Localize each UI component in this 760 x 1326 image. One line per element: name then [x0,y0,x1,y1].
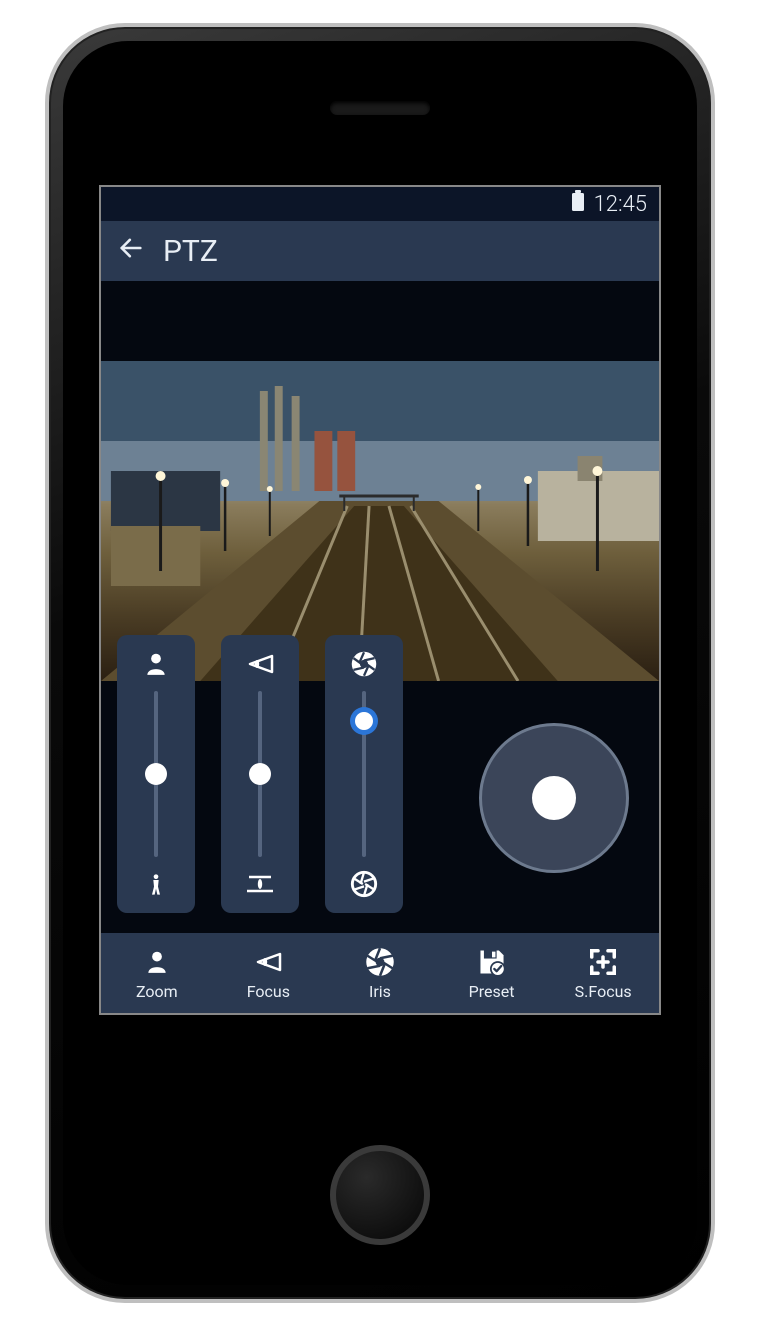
zoom-out-icon [148,869,164,899]
tab-zoom[interactable]: Zoom [101,933,213,1013]
zoom-thumb[interactable] [145,763,167,785]
video-area [101,281,659,933]
aperture-icon [365,946,395,978]
autofocus-target-icon [588,946,618,978]
focus-track[interactable] [258,691,262,857]
tab-zoom-label: Zoom [136,982,178,1001]
tab-sfocus[interactable]: S.Focus [547,933,659,1013]
tab-iris[interactable]: Iris [324,933,436,1013]
iris-closed-icon [350,869,378,899]
status-time: 12:45 [594,192,647,217]
iris-slider[interactable] [325,635,403,913]
save-check-icon [477,946,507,978]
tab-preset-label: Preset [469,982,515,1001]
ptz-joystick[interactable] [479,723,629,873]
joystick-knob[interactable] [532,776,576,820]
iris-track[interactable] [362,691,366,857]
zoom-slider[interactable] [117,635,195,913]
phone-home-button[interactable] [330,1145,430,1245]
iris-thumb[interactable] [355,712,373,730]
battery-icon [570,190,586,218]
focus-thumb[interactable] [249,763,271,785]
app-bar: PTZ [101,221,659,281]
zoom-track[interactable] [154,691,158,857]
zoom-in-icon [143,649,169,679]
back-button[interactable] [117,234,145,269]
focus-icon [252,946,284,978]
tab-focus[interactable]: Focus [213,933,325,1013]
bottom-tab-bar: Zoom Focus Iris [101,933,659,1013]
slider-panel [117,635,403,913]
tab-preset[interactable]: Preset [436,933,548,1013]
phone-speaker [330,101,430,115]
tab-sfocus-label: S.Focus [575,982,632,1001]
tab-iris-label: Iris [369,982,391,1001]
camera-live-feed[interactable] [101,361,659,681]
status-bar: 12:45 [101,187,659,221]
phone-device-frame: 12:45 PTZ [45,23,715,1303]
page-title: PTZ [163,234,218,269]
tab-focus-label: Focus [247,982,290,1001]
focus-near-icon [245,869,275,899]
phone-inner: 12:45 PTZ [63,41,697,1285]
focus-slider[interactable] [221,635,299,913]
focus-far-icon [245,649,275,679]
iris-open-icon [350,649,378,679]
person-icon [144,946,170,978]
app-screen: 12:45 PTZ [99,185,661,1015]
